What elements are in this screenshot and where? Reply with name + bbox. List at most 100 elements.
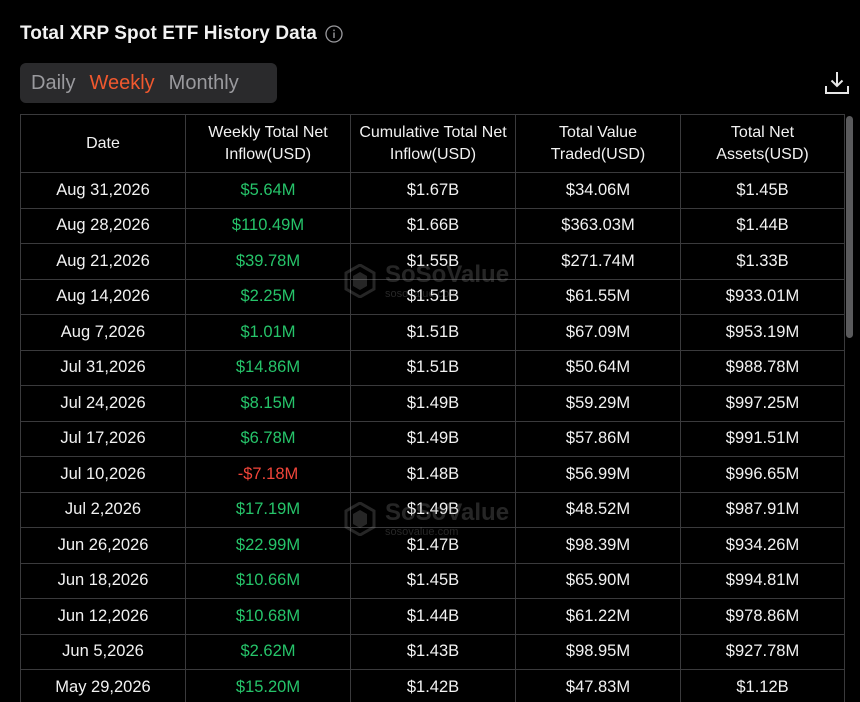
cell-total-value-traded: $59.29M xyxy=(515,385,681,422)
cell-total-net-assets: $997.25M xyxy=(680,385,845,422)
cell-weekly-net-inflow: $110.49M xyxy=(185,207,351,244)
cell-date: Aug 14,2026 xyxy=(20,278,186,315)
cell-total-value-traded: $65.90M xyxy=(515,562,681,599)
cell-date: Jul 10,2026 xyxy=(20,456,186,493)
cell-total-value-traded: $67.09M xyxy=(515,314,681,351)
cell-cumulative-net-inflow: $1.55B xyxy=(350,243,516,280)
cell-weekly-net-inflow: $8.15M xyxy=(185,385,351,422)
cell-total-net-assets: $994.81M xyxy=(680,562,845,599)
cell-total-value-traded: $61.55M xyxy=(515,278,681,315)
cell-date: Aug 7,2026 xyxy=(20,314,186,351)
history-table-container[interactable]: Date Weekly Total Net Inflow(USD) Cumula… xyxy=(20,114,845,702)
cell-cumulative-net-inflow: $1.44B xyxy=(350,598,516,635)
header-total-value-traded: Total Value Traded(USD) xyxy=(515,114,681,173)
cell-total-value-traded: $271.74M xyxy=(515,243,681,280)
title-row: Total XRP Spot ETF History Data xyxy=(20,20,343,48)
cell-cumulative-net-inflow: $1.43B xyxy=(350,633,516,670)
table-row: Jul 24,2026 $8.15M $1.49B $59.29M $997.25M xyxy=(20,385,845,422)
cell-total-value-traded: $50.64M xyxy=(515,349,681,386)
cell-weekly-net-inflow: $6.78M xyxy=(185,420,351,457)
cell-total-net-assets: $991.51M xyxy=(680,420,845,457)
table-row: May 29,2026 $15.20M $1.42B $47.83M $1.12B xyxy=(20,669,845,702)
cell-date: Jun 26,2026 xyxy=(20,527,186,564)
cell-total-value-traded: $61.22M xyxy=(515,598,681,635)
cell-total-net-assets: $978.86M xyxy=(680,598,845,635)
cell-weekly-net-inflow: $17.19M xyxy=(185,491,351,528)
cell-total-value-traded: $363.03M xyxy=(515,207,681,244)
cell-cumulative-net-inflow: $1.51B xyxy=(350,278,516,315)
cell-total-value-traded: $34.06M xyxy=(515,172,681,209)
etf-history-panel: Total XRP Spot ETF History Data Daily We… xyxy=(0,0,860,702)
page-title: Total XRP Spot ETF History Data xyxy=(20,23,317,44)
cell-total-net-assets: $996.65M xyxy=(680,456,845,493)
cell-cumulative-net-inflow: $1.49B xyxy=(350,420,516,457)
table-row: Jul 31,2026 $14.86M $1.51B $50.64M $988.78M xyxy=(20,349,845,386)
cell-total-value-traded: $56.99M xyxy=(515,456,681,493)
cell-weekly-net-inflow: $22.99M xyxy=(185,527,351,564)
cell-total-value-traded: $98.95M xyxy=(515,633,681,670)
cell-weekly-net-inflow: $39.78M xyxy=(185,243,351,280)
header-cumulative-net-inflow: Cumulative Total Net Inflow(USD) xyxy=(350,114,516,173)
cell-date: Jul 31,2026 xyxy=(20,349,186,386)
cell-total-net-assets: $1.12B xyxy=(680,669,845,702)
table-row: Jul 17,2026 $6.78M $1.49B $57.86M $991.51M xyxy=(20,420,845,457)
download-button[interactable] xyxy=(823,69,851,97)
cell-total-net-assets: $1.44B xyxy=(680,207,845,244)
cell-date: Aug 21,2026 xyxy=(20,243,186,280)
cell-total-net-assets: $1.33B xyxy=(680,243,845,280)
table-row: Jun 26,2026 $22.99M $1.47B $98.39M $934.26M xyxy=(20,527,845,564)
table-row: Jul 10,2026 -$7.18M $1.48B $56.99M $996.65M xyxy=(20,456,845,493)
cell-cumulative-net-inflow: $1.45B xyxy=(350,562,516,599)
cell-date: Jul 17,2026 xyxy=(20,420,186,457)
tab-weekly[interactable]: Weekly xyxy=(82,63,161,103)
cell-cumulative-net-inflow: $1.48B xyxy=(350,456,516,493)
cell-date: Jun 12,2026 xyxy=(20,598,186,635)
cell-weekly-net-inflow: $2.25M xyxy=(185,278,351,315)
cell-weekly-net-inflow: $2.62M xyxy=(185,633,351,670)
table-row: Jun 5,2026 $2.62M $1.43B $98.95M $927.78M xyxy=(20,633,845,670)
cell-cumulative-net-inflow: $1.66B xyxy=(350,207,516,244)
table-row: Jun 18,2026 $10.66M $1.45B $65.90M $994.81M xyxy=(20,562,845,599)
table-row: Aug 31,2026 $5.64M $1.67B $34.06M $1.45B xyxy=(20,172,845,209)
scrollbar-thumb[interactable] xyxy=(846,116,853,338)
cell-cumulative-net-inflow: $1.42B xyxy=(350,669,516,702)
cell-weekly-net-inflow: $1.01M xyxy=(185,314,351,351)
cell-weekly-net-inflow: $5.64M xyxy=(185,172,351,209)
cell-date: Aug 31,2026 xyxy=(20,172,186,209)
cell-weekly-net-inflow: $15.20M xyxy=(185,669,351,702)
table-header-row: Date Weekly Total Net Inflow(USD) Cumula… xyxy=(20,114,845,173)
table-row: Aug 21,2026 $39.78M $1.55B $271.74M $1.33B xyxy=(20,243,845,280)
cell-cumulative-net-inflow: $1.47B xyxy=(350,527,516,564)
cell-cumulative-net-inflow: $1.49B xyxy=(350,491,516,528)
download-icon xyxy=(825,72,849,94)
cell-total-net-assets: $927.78M xyxy=(680,633,845,670)
cell-total-value-traded: $98.39M xyxy=(515,527,681,564)
tab-monthly[interactable]: Monthly xyxy=(162,63,246,103)
table-row: Aug 14,2026 $2.25M $1.51B $61.55M $933.01M xyxy=(20,278,845,315)
table-body: Aug 31,2026 $5.64M $1.67B $34.06M $1.45B Aug … xyxy=(20,172,845,702)
cell-weekly-net-inflow: $14.86M xyxy=(185,349,351,386)
info-icon[interactable] xyxy=(325,25,343,43)
cell-total-net-assets: $1.45B xyxy=(680,172,845,209)
cell-total-value-traded: $57.86M xyxy=(515,420,681,457)
period-tabs: Daily Weekly Monthly xyxy=(20,63,277,103)
table-row: Jul 2,2026 $17.19M $1.49B $48.52M $987.91M xyxy=(20,491,845,528)
cell-total-net-assets: $933.01M xyxy=(680,278,845,315)
history-table: Date Weekly Total Net Inflow(USD) Cumula… xyxy=(20,114,845,702)
cell-total-value-traded: $48.52M xyxy=(515,491,681,528)
cell-date: Jul 24,2026 xyxy=(20,385,186,422)
cell-date: May 29,2026 xyxy=(20,669,186,702)
tab-daily[interactable]: Daily xyxy=(24,63,82,103)
cell-cumulative-net-inflow: $1.67B xyxy=(350,172,516,209)
cell-cumulative-net-inflow: $1.51B xyxy=(350,314,516,351)
cell-cumulative-net-inflow: $1.49B xyxy=(350,385,516,422)
cell-date: Jul 2,2026 xyxy=(20,491,186,528)
table-row: Aug 7,2026 $1.01M $1.51B $67.09M $953.19M xyxy=(20,314,845,351)
cell-total-net-assets: $953.19M xyxy=(680,314,845,351)
header-date: Date xyxy=(20,114,186,173)
cell-cumulative-net-inflow: $1.51B xyxy=(350,349,516,386)
cell-weekly-net-inflow: -$7.18M xyxy=(185,456,351,493)
cell-total-net-assets: $988.78M xyxy=(680,349,845,386)
cell-weekly-net-inflow: $10.68M xyxy=(185,598,351,635)
header-weekly-net-inflow: Weekly Total Net Inflow(USD) xyxy=(185,114,351,173)
